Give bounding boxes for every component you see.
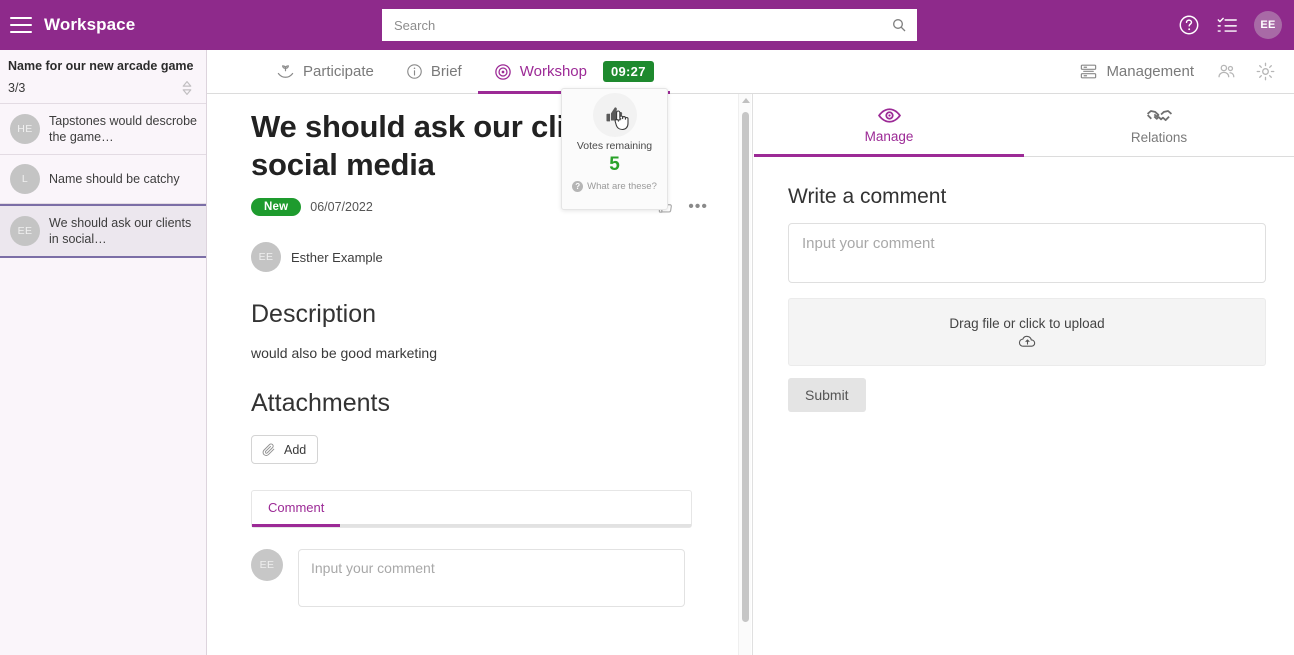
- gear-icon[interactable]: [1255, 61, 1276, 82]
- sort-updown-icon[interactable]: [178, 79, 196, 97]
- manage-panel: Manage Relations Write a comment Drag fi…: [754, 94, 1294, 655]
- tab-manage-label: Manage: [864, 128, 914, 144]
- search-bar[interactable]: [382, 9, 917, 41]
- server-rack-icon: [1081, 64, 1097, 79]
- sidebar-item-label: Tapstones would descrobe the game…: [49, 114, 198, 144]
- search-input[interactable]: [392, 16, 891, 34]
- add-attachment-button[interactable]: Add: [251, 435, 319, 464]
- sidebar-item-avatar: L: [10, 164, 40, 194]
- tab-workshop[interactable]: Workshop 09:27: [477, 50, 670, 94]
- submit-button[interactable]: Submit: [788, 378, 866, 412]
- checklist-icon[interactable]: [1216, 14, 1238, 36]
- sidebar-header-title: Name for our new arcade game: [8, 59, 194, 73]
- sidebar-item-clients-social[interactable]: EE We should ask our clients in social…: [0, 204, 206, 258]
- tab-manage[interactable]: Manage: [754, 94, 1024, 157]
- help-circle-icon[interactable]: [1178, 14, 1200, 36]
- scrollbar-thumb[interactable]: [742, 112, 749, 622]
- tab-brief-label: Brief: [430, 63, 462, 80]
- tab-relations-label: Relations: [1130, 129, 1188, 145]
- post-date: 06/07/2022: [310, 200, 373, 214]
- sidebar-item-tapstones[interactable]: HE Tapstones would descrobe the game…: [0, 104, 206, 155]
- comment-tabbar: Comment: [251, 490, 692, 528]
- topbar-actions: EE: [1178, 0, 1282, 50]
- votes-remaining-count: 5: [609, 154, 620, 175]
- votes-remaining-popup: Votes remaining 5 ? What are these?: [561, 88, 668, 210]
- manage-comment-input[interactable]: [788, 223, 1266, 283]
- sidebar-item-label: Name should be catchy: [49, 172, 180, 186]
- tab-comment[interactable]: Comment: [252, 491, 341, 527]
- management-button[interactable]: Management: [1069, 62, 1204, 81]
- people-group-icon[interactable]: [1216, 61, 1237, 82]
- attachments-heading: Attachments: [251, 389, 390, 417]
- write-comment-heading: Write a comment: [788, 185, 947, 208]
- sidebar-item-label: We should ask our clients in social…: [49, 216, 192, 246]
- what-are-these-label: What are these?: [587, 181, 657, 192]
- avatar: EE: [251, 549, 283, 581]
- author-name: Esther Example: [291, 249, 383, 265]
- pointer-hand-cursor: [614, 110, 629, 131]
- sidebar-item-name-catchy[interactable]: L Name should be catchy: [0, 155, 206, 204]
- comment-input[interactable]: [298, 549, 685, 607]
- comment-compose-row: EE: [251, 549, 708, 607]
- sidebar-header: Name for our new arcade game 3/3: [0, 50, 206, 104]
- subnav-right-actions: Management: [1069, 61, 1294, 82]
- what-are-these-link[interactable]: ? What are these?: [572, 181, 657, 192]
- sprout-in-hand-icon: [277, 65, 294, 78]
- workshop-timer-badge: 09:27: [602, 61, 654, 82]
- management-label: Management: [1106, 63, 1194, 80]
- avatar[interactable]: EE: [1254, 11, 1282, 39]
- vote-button[interactable]: [592, 93, 637, 137]
- sidebar-item-avatar: HE: [10, 114, 40, 144]
- sub-navigation: Participate Brief Workshop 09:27 Managem…: [207, 50, 1294, 94]
- sidebar-count: 3/3: [8, 81, 26, 95]
- workspace-title: Workspace: [44, 15, 136, 34]
- target-icon: [494, 63, 511, 80]
- tab-participate[interactable]: Participate: [260, 50, 390, 94]
- question-circle-icon: ?: [572, 181, 584, 192]
- avatar: EE: [251, 242, 281, 272]
- file-dropzone[interactable]: Drag file or click to upload: [788, 298, 1266, 366]
- top-bar: Workspace EE: [0, 0, 1294, 50]
- sidebar: Name for our new arcade game 3/3 HE Taps…: [0, 50, 207, 655]
- info-circle-icon: [407, 64, 422, 79]
- add-attachment-label: Add: [284, 442, 307, 457]
- tab-participate-label: Participate: [303, 63, 374, 80]
- handshake-icon: [1146, 109, 1172, 121]
- ellipsis-icon[interactable]: •••: [688, 199, 708, 215]
- cloud-upload-icon: [1018, 335, 1035, 347]
- paperclip-icon: [262, 443, 275, 456]
- main-panel-scrollbar[interactable]: [738, 94, 751, 655]
- tab-brief[interactable]: Brief: [390, 50, 478, 94]
- idea-detail-panel: We should ask our clients in social medi…: [207, 94, 753, 655]
- scroll-up-arrow-icon[interactable]: [742, 98, 750, 103]
- sidebar-item-avatar: EE: [10, 216, 40, 246]
- comment-tabbar-filler: [340, 491, 691, 527]
- dropzone-label: Drag file or click to upload: [949, 315, 1105, 331]
- tab-relations[interactable]: Relations: [1024, 94, 1294, 157]
- status-badge: New: [251, 198, 302, 216]
- author-row: EE Esther Example: [251, 242, 708, 272]
- description-heading: Description: [251, 300, 377, 328]
- search-icon[interactable]: [891, 17, 907, 33]
- votes-remaining-label: Votes remaining: [576, 140, 653, 152]
- eye-icon: [877, 107, 901, 123]
- tab-workshop-label: Workshop: [519, 63, 587, 80]
- description-body: would also be good marketing: [251, 345, 438, 361]
- manage-panel-tabs: Manage Relations: [754, 94, 1294, 157]
- hamburger-icon[interactable]: [10, 17, 32, 33]
- write-comment-section: Write a comment Drag file or click to up…: [754, 157, 1294, 412]
